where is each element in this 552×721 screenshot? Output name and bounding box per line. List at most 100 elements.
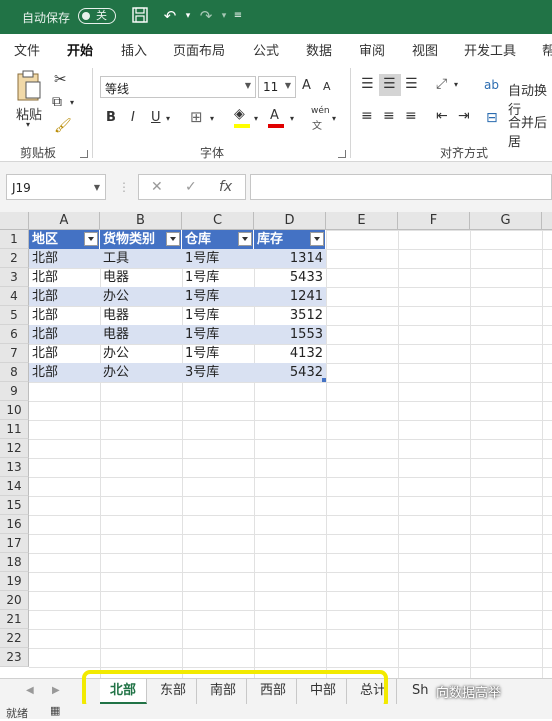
merge-center-label[interactable]: 合并后居	[508, 112, 552, 150]
phonetic-dropdown-icon[interactable]: ▾	[332, 114, 336, 123]
table-cell[interactable]: 1号库	[182, 268, 254, 287]
row-header[interactable]: 12	[0, 439, 29, 458]
table-cell[interactable]: 1号库	[182, 325, 254, 344]
row-header[interactable]: 7	[0, 344, 29, 363]
row-header[interactable]: 5	[0, 306, 29, 325]
tab-formulas[interactable]: 公式	[253, 40, 279, 59]
column-header[interactable]: C	[182, 212, 254, 230]
row-header[interactable]: 9	[0, 382, 29, 401]
sheet-tab-total[interactable]: 总计	[350, 679, 398, 704]
tab-page-layout[interactable]: 页面布局	[173, 40, 225, 59]
row-header[interactable]: 2	[0, 249, 29, 268]
column-header[interactable]: A	[29, 212, 100, 230]
next-sheet-icon[interactable]: ▶	[52, 685, 60, 696]
row-header[interactable]: 17	[0, 534, 29, 553]
table-cell[interactable]: 工具	[100, 249, 182, 268]
table-cell[interactable]: 1号库	[182, 344, 254, 363]
align-left-icon[interactable]: ≡	[361, 108, 373, 124]
table-cell[interactable]: 北部	[29, 325, 100, 344]
align-top-icon[interactable]: ☰	[361, 76, 374, 92]
tab-file[interactable]: 文件	[14, 40, 40, 59]
tab-home[interactable]: 开始	[67, 40, 94, 65]
bold-button[interactable]: B	[106, 110, 116, 125]
table-cell[interactable]: 1号库	[182, 287, 254, 306]
row-header[interactable]: 23	[0, 648, 29, 667]
tab-view[interactable]: 视图	[412, 40, 438, 59]
fill-color-icon[interactable]: ◈	[234, 106, 245, 122]
redo-icon[interactable]: ↷	[196, 6, 216, 26]
table-resize-handle[interactable]	[322, 378, 326, 382]
phonetic-label[interactable]: wén	[311, 106, 330, 116]
row-header[interactable]: 21	[0, 610, 29, 629]
row-header[interactable]: 8	[0, 363, 29, 382]
table-cell[interactable]: 北部	[29, 363, 100, 382]
drag-handle-icon[interactable]: ⋮	[118, 180, 130, 194]
cut-icon[interactable]: ✂	[54, 70, 67, 88]
paste-icon[interactable]	[14, 70, 44, 106]
table-header-cell[interactable]: 库存	[254, 230, 326, 249]
filter-dropdown-icon[interactable]	[310, 232, 324, 246]
sheet-tab-sheet[interactable]: Sh	[402, 679, 439, 704]
shrink-font-icon[interactable]: A	[323, 80, 331, 93]
column-header[interactable]: D	[254, 212, 326, 230]
filter-dropdown-icon[interactable]	[238, 232, 252, 246]
align-right-icon[interactable]: ≡	[405, 108, 417, 124]
font-size-select[interactable]: 11 ▼	[258, 76, 296, 98]
undo-dropdown-icon[interactable]: ▾	[178, 6, 198, 26]
copy-icon[interactable]: ⧉	[52, 94, 62, 110]
table-cell[interactable]: 办公	[100, 344, 182, 363]
orientation-icon[interactable]: ⤢	[436, 76, 447, 92]
row-header[interactable]: 10	[0, 401, 29, 420]
wrap-text-icon[interactable]: ab	[484, 78, 499, 92]
tab-data[interactable]: 数据	[306, 40, 332, 59]
row-header[interactable]: 6	[0, 325, 29, 344]
row-header[interactable]: 22	[0, 629, 29, 648]
copy-dropdown-icon[interactable]: ▾	[70, 98, 74, 107]
row-header[interactable]: 4	[0, 287, 29, 306]
table-cell[interactable]: 北部	[29, 249, 100, 268]
column-header[interactable]: F	[398, 212, 470, 230]
row-header[interactable]: 1	[0, 230, 29, 249]
border-dropdown-icon[interactable]: ▾	[210, 114, 214, 123]
merge-center-icon[interactable]: ⊟	[486, 110, 498, 126]
table-cell[interactable]: 5433	[254, 268, 326, 287]
underline-dropdown-icon[interactable]: ▾	[166, 114, 170, 123]
row-header[interactable]: 11	[0, 420, 29, 439]
italic-button[interactable]: I	[131, 110, 135, 125]
align-bottom-icon[interactable]: ☰	[405, 76, 418, 92]
macro-record-icon[interactable]: ▦	[50, 704, 60, 717]
autosave-toggle[interactable]: 关	[78, 8, 116, 24]
table-cell[interactable]: 3号库	[182, 363, 254, 382]
formula-input[interactable]	[250, 174, 552, 200]
prev-sheet-icon[interactable]: ◀	[26, 685, 34, 696]
table-cell[interactable]: 北部	[29, 287, 100, 306]
fill-color-dropdown-icon[interactable]: ▾	[254, 114, 258, 123]
sheet-tab-north[interactable]: 北部	[100, 679, 148, 704]
font-color-icon[interactable]: A	[270, 108, 279, 123]
column-header[interactable]: E	[326, 212, 398, 230]
table-cell[interactable]: 北部	[29, 344, 100, 363]
sheet-tab-east[interactable]: 东部	[150, 679, 198, 704]
format-painter-icon[interactable]: 🖌	[54, 118, 72, 134]
table-header-cell[interactable]: 仓库	[182, 230, 254, 249]
table-header-cell[interactable]: 货物类别	[100, 230, 182, 249]
tab-review[interactable]: 审阅	[359, 40, 385, 59]
row-header[interactable]: 13	[0, 458, 29, 477]
table-cell[interactable]: 1号库	[182, 249, 254, 268]
border-icon[interactable]: ⊞	[190, 108, 203, 126]
table-cell[interactable]: 4132	[254, 344, 326, 363]
phonetic-icon[interactable]: 文	[312, 117, 322, 132]
table-cell[interactable]: 北部	[29, 306, 100, 325]
column-header[interactable]	[542, 212, 552, 230]
name-box[interactable]: J19 ▼	[6, 174, 106, 200]
table-cell[interactable]: 办公	[100, 287, 182, 306]
table-cell[interactable]: 电器	[100, 306, 182, 325]
table-header-cell[interactable]: 地区	[29, 230, 100, 249]
sheet-tab-central[interactable]: 中部	[300, 679, 348, 704]
font-color-dropdown-icon[interactable]: ▾	[290, 114, 294, 123]
column-header[interactable]: B	[100, 212, 182, 230]
table-cell[interactable]: 1553	[254, 325, 326, 344]
table-cell[interactable]: 1号库	[182, 306, 254, 325]
row-header[interactable]: 20	[0, 591, 29, 610]
sheet-tab-west[interactable]: 西部	[250, 679, 298, 704]
